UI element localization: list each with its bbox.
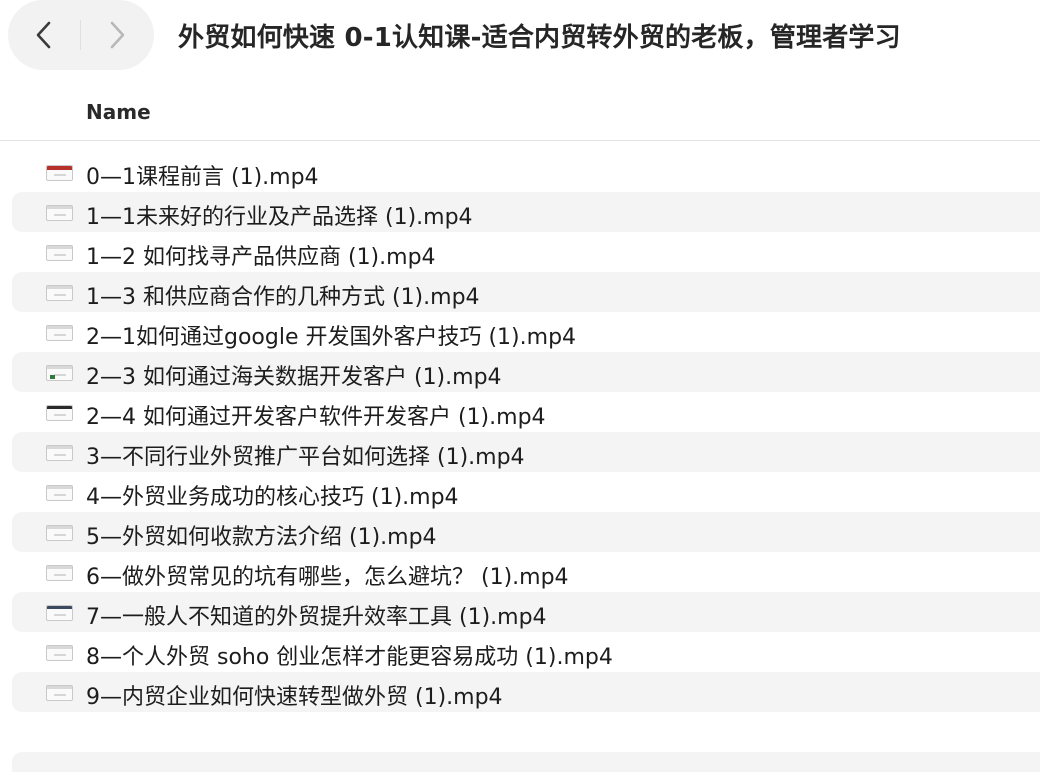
chevron-left-icon: [36, 21, 51, 49]
file-row[interactable]: 1—3 和供应商合作的几种方式 (1).mp4: [12, 272, 1040, 312]
file-name: 2—4 如何通过开发客户软件开发客户 (1).mp4: [86, 405, 546, 430]
chevron-right-icon: [110, 21, 125, 49]
toolbar: 外贸如何快速 0-1认知课-适合内贸转外贸的老板，管理者学习: [0, 0, 1040, 72]
file-row[interactable]: 6—做外贸常见的坑有哪些，怎么避坑？ (1).mp4: [12, 552, 1040, 592]
file-name: 7—一般人不知道的外贸提升效率工具 (1).mp4: [86, 605, 547, 630]
video-file-icon: [46, 685, 73, 701]
video-file-icon: [46, 405, 73, 421]
empty-row: [12, 752, 1040, 772]
file-row[interactable]: 5—外贸如何收款方法介绍 (1).mp4: [12, 512, 1040, 552]
file-name: 2—1如何通过google 开发国外客户技巧 (1).mp4: [86, 325, 577, 350]
video-file-icon: [46, 165, 73, 181]
video-file-icon: [46, 645, 73, 661]
file-row[interactable]: 2—3 如何通过海关数据开发客户 (1).mp4: [12, 352, 1040, 392]
column-header: Name: [0, 84, 1040, 141]
video-file-icon: [46, 285, 73, 301]
video-file-icon: [46, 565, 73, 581]
file-name: 4—外贸业务成功的核心技巧 (1).mp4: [86, 485, 459, 510]
file-name: 8—个人外贸 soho 创业怎样才能更容易成功 (1).mp4: [86, 645, 613, 670]
file-row[interactable]: 2—4 如何通过开发客户软件开发客户 (1).mp4: [12, 392, 1040, 432]
file-row[interactable]: 8—个人外贸 soho 创业怎样才能更容易成功 (1).mp4: [12, 632, 1040, 672]
file-row[interactable]: 7—一般人不知道的外贸提升效率工具 (1).mp4: [12, 592, 1040, 632]
file-name: 6—做外贸常见的坑有哪些，怎么避坑？ (1).mp4: [86, 565, 569, 590]
file-name: 5—外贸如何收款方法介绍 (1).mp4: [86, 525, 437, 550]
video-file-icon: [46, 325, 73, 341]
finder-window: 外贸如何快速 0-1认知课-适合内贸转外贸的老板，管理者学习 Name 0—1课…: [0, 0, 1040, 772]
file-name: 1—2 如何找寻产品供应商 (1).mp4: [86, 245, 436, 270]
file-row[interactable]: 1—2 如何找寻产品供应商 (1).mp4: [12, 232, 1040, 272]
file-row[interactable]: 1—1未来好的行业及产品选择 (1).mp4: [12, 192, 1040, 232]
video-file-icon: [46, 245, 73, 261]
window-title: 外贸如何快速 0-1认知课-适合内贸转外贸的老板，管理者学习: [178, 23, 901, 53]
file-name: 9—内贸企业如何快速转型做外贸 (1).mp4: [86, 685, 503, 710]
file-row[interactable]: 0—1课程前言 (1).mp4: [12, 152, 1040, 192]
file-row[interactable]: 4—外贸业务成功的核心技巧 (1).mp4: [12, 472, 1040, 512]
file-row[interactable]: 2—1如何通过google 开发国外客户技巧 (1).mp4: [12, 312, 1040, 352]
file-row[interactable]: 9—内贸企业如何快速转型做外贸 (1).mp4: [12, 672, 1040, 712]
video-file-icon: [46, 525, 73, 541]
video-file-icon: [46, 605, 73, 621]
navigation-buttons: [8, 0, 154, 70]
video-file-icon: [46, 485, 73, 501]
forward-button[interactable]: [81, 0, 153, 70]
name-column-header[interactable]: Name: [86, 100, 151, 124]
video-file-icon: [46, 205, 73, 221]
back-button[interactable]: [8, 0, 80, 70]
video-file-icon: [46, 365, 73, 381]
video-file-icon: [46, 445, 73, 461]
file-name: 1—3 和供应商合作的几种方式 (1).mp4: [86, 285, 480, 310]
file-list: 0—1课程前言 (1).mp4 1—1未来好的行业及产品选择 (1).mp4 1—2…: [0, 152, 1040, 712]
file-row[interactable]: 3—不同行业外贸推广平台如何选择 (1).mp4: [12, 432, 1040, 472]
file-name: 3—不同行业外贸推广平台如何选择 (1).mp4: [86, 445, 525, 470]
file-name: 2—3 如何通过海关数据开发客户 (1).mp4: [86, 365, 502, 390]
file-name: 1—1未来好的行业及产品选择 (1).mp4: [86, 205, 473, 230]
file-name: 0—1课程前言 (1).mp4: [86, 165, 319, 190]
